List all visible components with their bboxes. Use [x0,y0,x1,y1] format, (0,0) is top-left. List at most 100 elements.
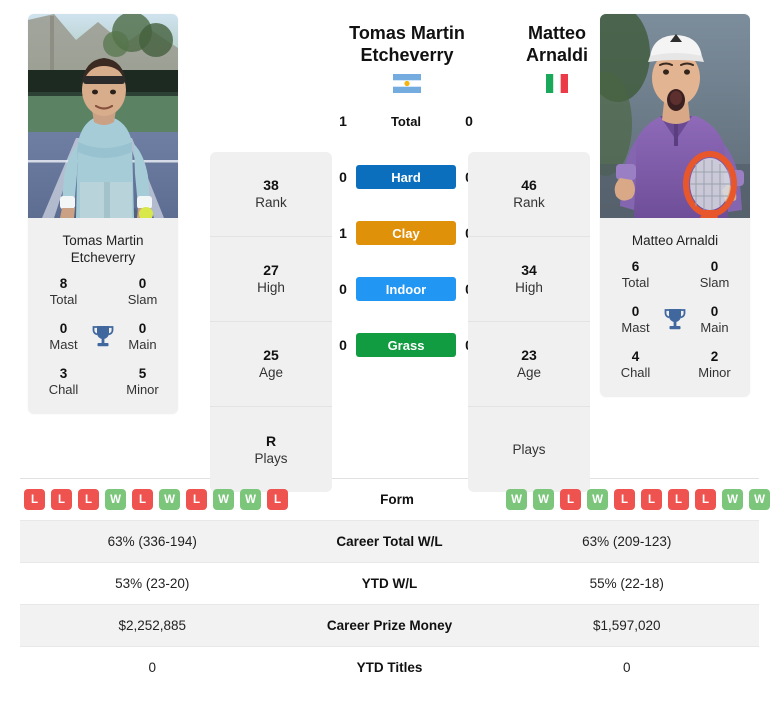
trophy-spacer-left-top [89,277,117,307]
left-player-column: Tomas Martin Etcheverry 8 Total 0 Slam 0… [18,14,188,414]
row-label-ytd-wl: YTD W/L [361,576,418,591]
right-ytd-wl: 55% (22-18) [589,576,664,591]
right-main-label: Main [700,320,729,335]
left-form-cell: LLLWLWLWWL [20,489,292,510]
left-mast-label: Mast [49,337,78,352]
left-high-cell: 27 High [210,237,332,322]
left-plays-cell: R Plays [210,407,332,492]
right-main-titles: 0 Main [689,304,740,336]
left-player-card[interactable]: Tomas Martin Etcheverry 8 Total 0 Slam 0… [28,14,178,414]
h2h-total-right: 0 [465,113,473,129]
h2h-clay-left: 1 [339,225,347,241]
row-label-form: Form [380,492,414,507]
right-form-badge-4: W [587,489,608,510]
right-age-value: 23 [521,347,537,363]
h2h-grass-bar[interactable]: Grass [356,333,456,357]
right-rank-value: 46 [521,177,537,193]
right-player-photo [600,14,750,218]
right-player-column: Matteo Arnaldi 6 Total 0 Slam 0 Mast 0 M… [590,14,760,397]
trophy-icon [661,305,689,335]
trophy-spacer-right-bottom [661,350,689,380]
right-total-label: Total [621,275,650,290]
right-ytd-titles: 0 [622,660,631,675]
right-chall-label: Chall [620,365,651,380]
left-titles-row-1: 8 Total 0 Slam [38,276,168,308]
left-info-card: 38 Rank 27 High 25 Age R Plays [210,152,332,492]
table-row-career-wl: 63% (336-194) Career Total W/L 63% (209-… [20,521,759,563]
h2h-total-label: Total [390,113,422,129]
trophy-spacer-left-bottom [89,367,117,397]
right-player-card[interactable]: Matteo Arnaldi 6 Total 0 Slam 0 Mast 0 M… [600,14,750,397]
left-form-badge-1: L [24,489,45,510]
left-main-titles: 0 Main [117,321,168,353]
right-form-badge-3: L [560,489,581,510]
left-prize-money: $2,252,885 [118,618,187,633]
left-mast-titles: 0 Mast [38,321,89,353]
right-form-badges: WWLWLLLLWW [506,489,770,510]
right-plays-cell: Plays [468,407,590,492]
right-mast-titles: 0 Mast [610,304,661,336]
h2h-grass-left: 0 [339,337,347,353]
right-chall-value: 4 [631,349,640,364]
left-total-label: Total [49,292,78,307]
right-mast-label: Mast [621,320,650,335]
right-titles-row-1: 6 Total 0 Slam [610,259,740,291]
right-titles-row-2: 0 Mast 0 Main [610,304,740,336]
h2h-row-total: 1 Total 0 [332,93,480,149]
table-row-ytd-titles: 0 YTD Titles 0 [20,647,759,688]
h2h-row-grass: 0 Grass 0 [332,317,480,373]
left-age-label: Age [258,365,284,380]
left-slam-label: Slam [127,292,158,307]
left-card-player-name: Tomas Martin Etcheverry [28,218,178,276]
left-titles-grid: 8 Total 0 Slam 0 Mast 0 Main 3 Chall 5 M… [28,276,178,414]
right-rank-label: Rank [513,195,545,210]
left-card-name-line2: Etcheverry [70,250,136,265]
left-career-wl: 63% (336-194) [107,534,197,549]
left-titles-row-2: 0 Mast 0 Main [38,321,168,353]
left-main-value: 0 [138,321,147,336]
left-minor-value: 5 [138,366,147,381]
left-chall-value: 3 [59,366,68,381]
right-minor-value: 2 [710,349,719,364]
left-card-name-line1: Tomas Martin [62,233,144,248]
left-rank-value: 38 [263,177,279,193]
player-comparison-section: Tomas Martin Etcheverry 8 Total 0 Slam 0… [0,0,779,492]
left-player-header: Tomas Martin Etcheverry [332,22,482,93]
head-to-head-column: Tomas Martin Etcheverry Matteo Arnaldi 1… [332,14,588,373]
left-name-line2: Etcheverry [360,45,454,65]
left-form-badges: LLLWLWLWWL [24,489,288,510]
right-mast-value: 0 [631,304,640,319]
right-form-badge-5: L [614,489,635,510]
h2h-row-hard: 0 Hard 0 [332,149,480,205]
h2h-indoor-bar[interactable]: Indoor [356,277,456,301]
right-card-name-line1: Matteo Arnaldi [631,233,719,248]
comparison-stats-table: LLLWLWLWWL Form WWLWLLLLWW 63% (336-194)… [20,478,770,688]
right-info-column: 46 Rank 34 High 23 Age Plays [468,152,590,492]
left-high-label: High [257,280,285,295]
table-row-prize-money: $2,252,885 Career Prize Money $1,597,020 [20,605,759,647]
h2h-clay-bar[interactable]: Clay [356,221,456,245]
left-minor-titles: 5 Minor [117,366,168,398]
right-form-badge-10: W [749,489,770,510]
right-name-line2: Arnaldi [525,45,588,65]
right-high-value: 34 [521,262,537,278]
right-slam-titles: 0 Slam [689,259,740,291]
right-main-value: 0 [710,304,719,319]
left-name-line1: Tomas Martin [349,23,465,43]
row-label-career-wl: Career Total W/L [336,534,443,549]
trophy-spacer-right-top [661,260,689,290]
right-slam-label: Slam [699,275,730,290]
left-form-badge-5: L [132,489,153,510]
left-ytd-wl: 53% (23-20) [115,576,190,591]
left-form-badge-10: L [267,489,288,510]
table-row-form: LLLWLWLWWL Form WWLWLLLLWW [20,479,770,521]
left-total-titles: 8 Total [38,276,89,308]
right-minor-titles: 2 Minor [689,349,740,381]
h2h-hard-bar[interactable]: Hard [356,165,456,189]
left-minor-label: Minor [126,382,159,397]
right-total-value: 6 [631,259,640,274]
left-total-value: 8 [59,276,68,291]
h2h-hard-left: 0 [339,169,347,185]
left-player-photo [28,14,178,218]
right-age-cell: 23 Age [468,322,590,407]
